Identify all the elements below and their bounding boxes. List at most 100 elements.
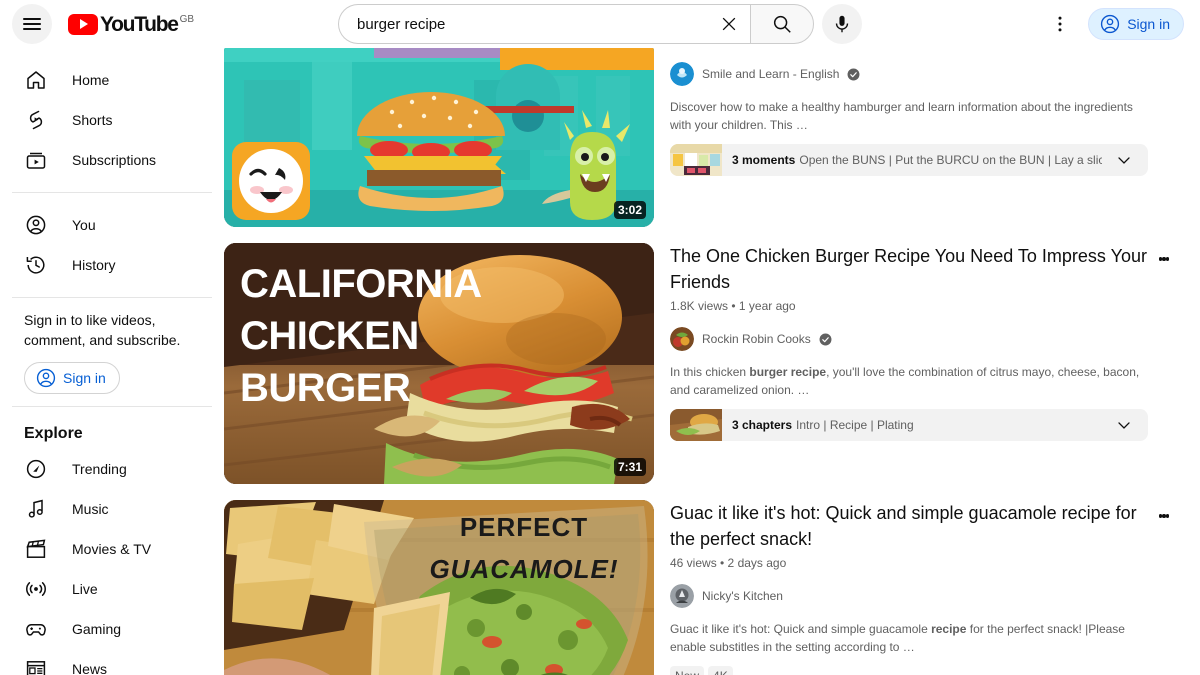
video-badges: New 4K bbox=[670, 666, 1148, 675]
video-meta: 1.8K views • 1 year ago bbox=[670, 299, 796, 313]
masthead-center bbox=[224, 4, 976, 44]
description-highlight: burger recipe bbox=[749, 365, 827, 379]
description-highlight: recipe bbox=[931, 622, 967, 636]
sidebar-signin-button[interactable]: Sign in bbox=[24, 362, 120, 394]
description-pre: Guac it like it's hot: Quick and simple … bbox=[670, 622, 932, 636]
badge-4k: 4K bbox=[708, 666, 733, 675]
signin-button[interactable]: Sign in bbox=[1088, 8, 1184, 40]
sidebar-item-label: Music bbox=[72, 501, 109, 517]
video-duration: 3:02 bbox=[613, 201, 646, 219]
sidebar-item-news[interactable]: News bbox=[12, 649, 212, 675]
channel-row[interactable]: Rockin Robin Cooks bbox=[670, 327, 1148, 351]
sidebar-item-label: Live bbox=[72, 581, 98, 597]
sidebar-item-you[interactable]: You bbox=[12, 205, 212, 245]
video-description: Guac it like it's hot: Quick and simple … bbox=[670, 620, 1148, 656]
clear-search-button[interactable] bbox=[712, 7, 746, 41]
more-vertical-icon bbox=[1058, 16, 1062, 32]
thumbnail-image: PERFECT GUACAMOLE! bbox=[224, 500, 654, 675]
verified-badge-icon bbox=[847, 68, 860, 80]
sidebar-divider-1 bbox=[12, 192, 212, 193]
channel-avatar bbox=[670, 584, 694, 608]
sidebar-item-label: Shorts bbox=[72, 112, 113, 128]
search-result-item: 3:02 Smile and Learn - English Discover … bbox=[224, 48, 1200, 227]
video-description: In this chicken burger recipe, you'll lo… bbox=[670, 363, 1148, 399]
chapter-text: 3 moments Open the BUNS | Put the BURCU o… bbox=[732, 153, 1102, 167]
video-info: Smile and Learn - English Discover how t… bbox=[670, 48, 1176, 227]
youtube-play-icon bbox=[68, 13, 98, 35]
youtube-logo[interactable]: YouTube GB bbox=[68, 12, 195, 36]
expand-chapters-button[interactable] bbox=[1112, 148, 1136, 172]
search-input-wrapper[interactable] bbox=[338, 4, 750, 44]
youtube-country-code: GB bbox=[179, 13, 195, 25]
sidebar-item-live[interactable]: Live bbox=[12, 569, 212, 609]
chapters-bar[interactable]: 3 moments Open the BUNS | Put the BURCU o… bbox=[670, 144, 1148, 176]
thumbnail-image bbox=[224, 48, 654, 227]
channel-name: Nicky's Kitchen bbox=[702, 589, 783, 603]
search-submit-button[interactable] bbox=[750, 4, 814, 44]
search-result-item: CALIFORNIA CHICKEN BURGER 7:31 The One C… bbox=[224, 243, 1200, 484]
thumbnail-image: CALIFORNIA CHICKEN BURGER bbox=[224, 243, 654, 484]
svg-text:CHICKEN: CHICKEN bbox=[240, 314, 419, 358]
sidebar-signin-block: Sign in to like videos, comment, and sub… bbox=[0, 310, 224, 394]
video-thumbnail[interactable]: PERFECT GUACAMOLE! bbox=[224, 500, 654, 675]
sidebar-item-label: Home bbox=[72, 72, 110, 88]
sidebar-item-music[interactable]: Music bbox=[12, 489, 212, 529]
svg-text:PERFECT: PERFECT bbox=[460, 512, 588, 542]
video-more-actions-button[interactable] bbox=[1152, 500, 1176, 532]
account-circle-icon bbox=[36, 368, 56, 388]
sidebar-primary-section: Home Shorts Subscriptions bbox=[0, 60, 224, 180]
video-title[interactable]: Guac it like it's hot: Quick and simple … bbox=[670, 500, 1148, 552]
settings-more-button[interactable] bbox=[1040, 4, 1080, 44]
sidebar-item-home[interactable]: Home bbox=[12, 60, 212, 100]
search-icon bbox=[773, 15, 791, 33]
video-more-actions-button[interactable] bbox=[1152, 243, 1176, 275]
sidebar-item-movies-tv[interactable]: Movies & TV bbox=[12, 529, 212, 569]
account-circle-icon bbox=[24, 213, 48, 237]
chapter-list: Open the BUNS | Put the BURCU on the BUN… bbox=[799, 153, 1102, 167]
search-results-list: 3:02 Smile and Learn - English Discover … bbox=[224, 48, 1200, 675]
sidebar-item-label: Trending bbox=[72, 461, 127, 477]
masthead-left: YouTube GB bbox=[0, 4, 224, 44]
video-description: Discover how to make a healthy hamburger… bbox=[670, 100, 1133, 132]
channel-row[interactable]: Nicky's Kitchen bbox=[670, 584, 1148, 608]
sidebar-item-shorts[interactable]: Shorts bbox=[12, 100, 212, 140]
video-duration: 7:31 bbox=[613, 458, 646, 476]
video-thumbnail[interactable]: 3:02 bbox=[224, 48, 654, 227]
badge-new: New bbox=[670, 666, 705, 675]
sidebar-item-subscriptions[interactable]: Subscriptions bbox=[12, 140, 212, 180]
search-input[interactable] bbox=[355, 14, 712, 34]
video-thumbnail[interactable]: CALIFORNIA CHICKEN BURGER 7:31 bbox=[224, 243, 654, 484]
shorts-icon bbox=[24, 108, 48, 132]
sidebar-item-history[interactable]: History bbox=[12, 245, 212, 285]
sidebar-divider-3 bbox=[12, 406, 212, 407]
sidebar-item-trending[interactable]: Trending bbox=[12, 449, 212, 489]
chevron-down-icon bbox=[1118, 422, 1130, 429]
video-title[interactable]: The One Chicken Burger Recipe You Need T… bbox=[670, 243, 1148, 295]
youtube-logo-text: YouTube bbox=[100, 12, 179, 36]
signin-button-label: Sign in bbox=[1127, 16, 1170, 32]
masthead: YouTube GB burger recipe Sign in bbox=[0, 0, 1200, 48]
channel-avatar bbox=[670, 327, 694, 351]
sidebar-item-label: History bbox=[72, 257, 116, 273]
sidebar-item-gaming[interactable]: Gaming bbox=[12, 609, 212, 649]
chapter-thumbnail bbox=[670, 144, 722, 176]
gaming-icon bbox=[24, 617, 48, 641]
video-meta: 46 views • 2 days ago bbox=[670, 556, 787, 570]
channel-row[interactable]: Smile and Learn - English bbox=[670, 62, 1148, 86]
chapters-bar[interactable]: 3 chapters Intro | Recipe | Plating bbox=[670, 409, 1148, 441]
sidebar-explore-section: Trending Music Movies & TV Live Gaming N… bbox=[0, 449, 224, 675]
close-icon bbox=[722, 17, 736, 31]
chapter-list: Intro | Recipe | Plating bbox=[796, 418, 914, 432]
voice-search-button[interactable] bbox=[822, 4, 862, 44]
music-icon bbox=[24, 497, 48, 521]
hamburger-menu-button[interactable] bbox=[12, 4, 52, 44]
channel-name: Smile and Learn - English bbox=[702, 67, 840, 81]
sidebar-explore-title: Explore bbox=[24, 425, 83, 442]
sidebar-item-label: Subscriptions bbox=[72, 152, 157, 168]
sidebar-secondary-section: You History bbox=[0, 205, 224, 285]
expand-chapters-button[interactable] bbox=[1112, 413, 1136, 437]
movies-tv-icon bbox=[24, 537, 48, 561]
live-icon bbox=[24, 577, 48, 601]
chapter-thumbnail bbox=[670, 409, 722, 441]
verified-badge-icon bbox=[819, 333, 832, 345]
